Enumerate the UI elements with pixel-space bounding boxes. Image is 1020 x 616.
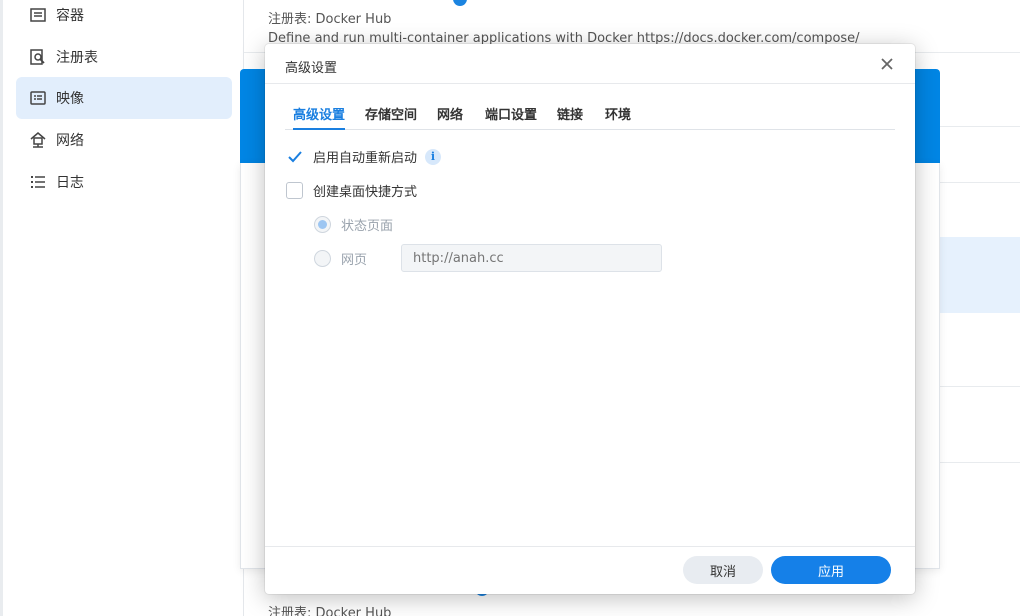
sidebar: 容器 注册表 映像 网络 日志 [0, 0, 244, 616]
info-icon[interactable]: i [425, 148, 442, 165]
container-list-icon [28, 5, 48, 25]
sidebar-item-label: 映像 [56, 91, 84, 107]
dialog-footer-divider [265, 546, 915, 547]
auto-restart-label: 启用自动重新启动 [313, 151, 418, 166]
log-list-icon [28, 172, 48, 192]
checkmark-icon [287, 150, 302, 162]
registry-search-icon [28, 47, 48, 67]
tab-storage[interactable]: 存储空间 [365, 104, 417, 130]
desktop-shortcut-label: 创建桌面快捷方式 [313, 185, 418, 200]
background-registry-text: 注册表: Docker Hub [268, 12, 392, 27]
network-icon [28, 130, 48, 150]
sidebar-item-log[interactable]: 日志 [16, 161, 232, 203]
sidebar-item-container[interactable]: 容器 [16, 0, 232, 36]
dialog-title: 高级设置 [285, 61, 338, 76]
image-icon [28, 88, 48, 108]
desktop-shortcut-row: 创建桌面快捷方式 [286, 181, 417, 200]
sidebar-edge [0, 0, 3, 616]
tab-links[interactable]: 链接 [557, 104, 583, 130]
status-page-label: 状态页面 [341, 219, 394, 234]
tab-network[interactable]: 网络 [437, 104, 463, 130]
apply-button[interactable]: 应用 [771, 556, 891, 584]
url-input[interactable] [401, 244, 662, 272]
tab-environment[interactable]: 环境 [605, 104, 631, 130]
advanced-settings-dialog: 高级设置 高级设置 存储空间 网络 端口设置 链接 环境 启用自动重新启动 i … [265, 44, 915, 594]
status-page-radio[interactable] [314, 216, 331, 233]
sidebar-item-network[interactable]: 网络 [16, 119, 232, 161]
background-registry-text: 注册表: Docker Hub [268, 606, 392, 616]
web-page-row: 网页 [314, 249, 367, 268]
sidebar-item-label: 日志 [56, 175, 84, 191]
desktop-shortcut-checkbox[interactable] [286, 182, 303, 199]
sidebar-item-label: 网络 [56, 133, 84, 149]
sidebar-item-label: 注册表 [56, 50, 98, 66]
tab-bar: 高级设置 存储空间 网络 端口设置 链接 环境 [285, 96, 895, 130]
cancel-button[interactable]: 取消 [683, 556, 763, 584]
sidebar-item-label: 容器 [56, 8, 84, 24]
sidebar-item-image[interactable]: 映像 [16, 77, 232, 119]
dialog-header-divider [265, 83, 915, 84]
auto-restart-checkbox[interactable] [286, 148, 303, 165]
close-button[interactable] [879, 56, 895, 72]
background-status-dot [453, 0, 467, 6]
tab-advanced-settings[interactable]: 高级设置 [293, 104, 346, 130]
tab-port-settings[interactable]: 端口设置 [485, 104, 537, 130]
web-page-label: 网页 [341, 253, 368, 268]
status-page-row: 状态页面 [314, 215, 393, 234]
web-page-radio[interactable] [314, 250, 331, 267]
close-icon [881, 58, 893, 70]
auto-restart-row: 启用自动重新启动 i [286, 147, 442, 166]
sidebar-item-registry[interactable]: 注册表 [16, 36, 232, 78]
